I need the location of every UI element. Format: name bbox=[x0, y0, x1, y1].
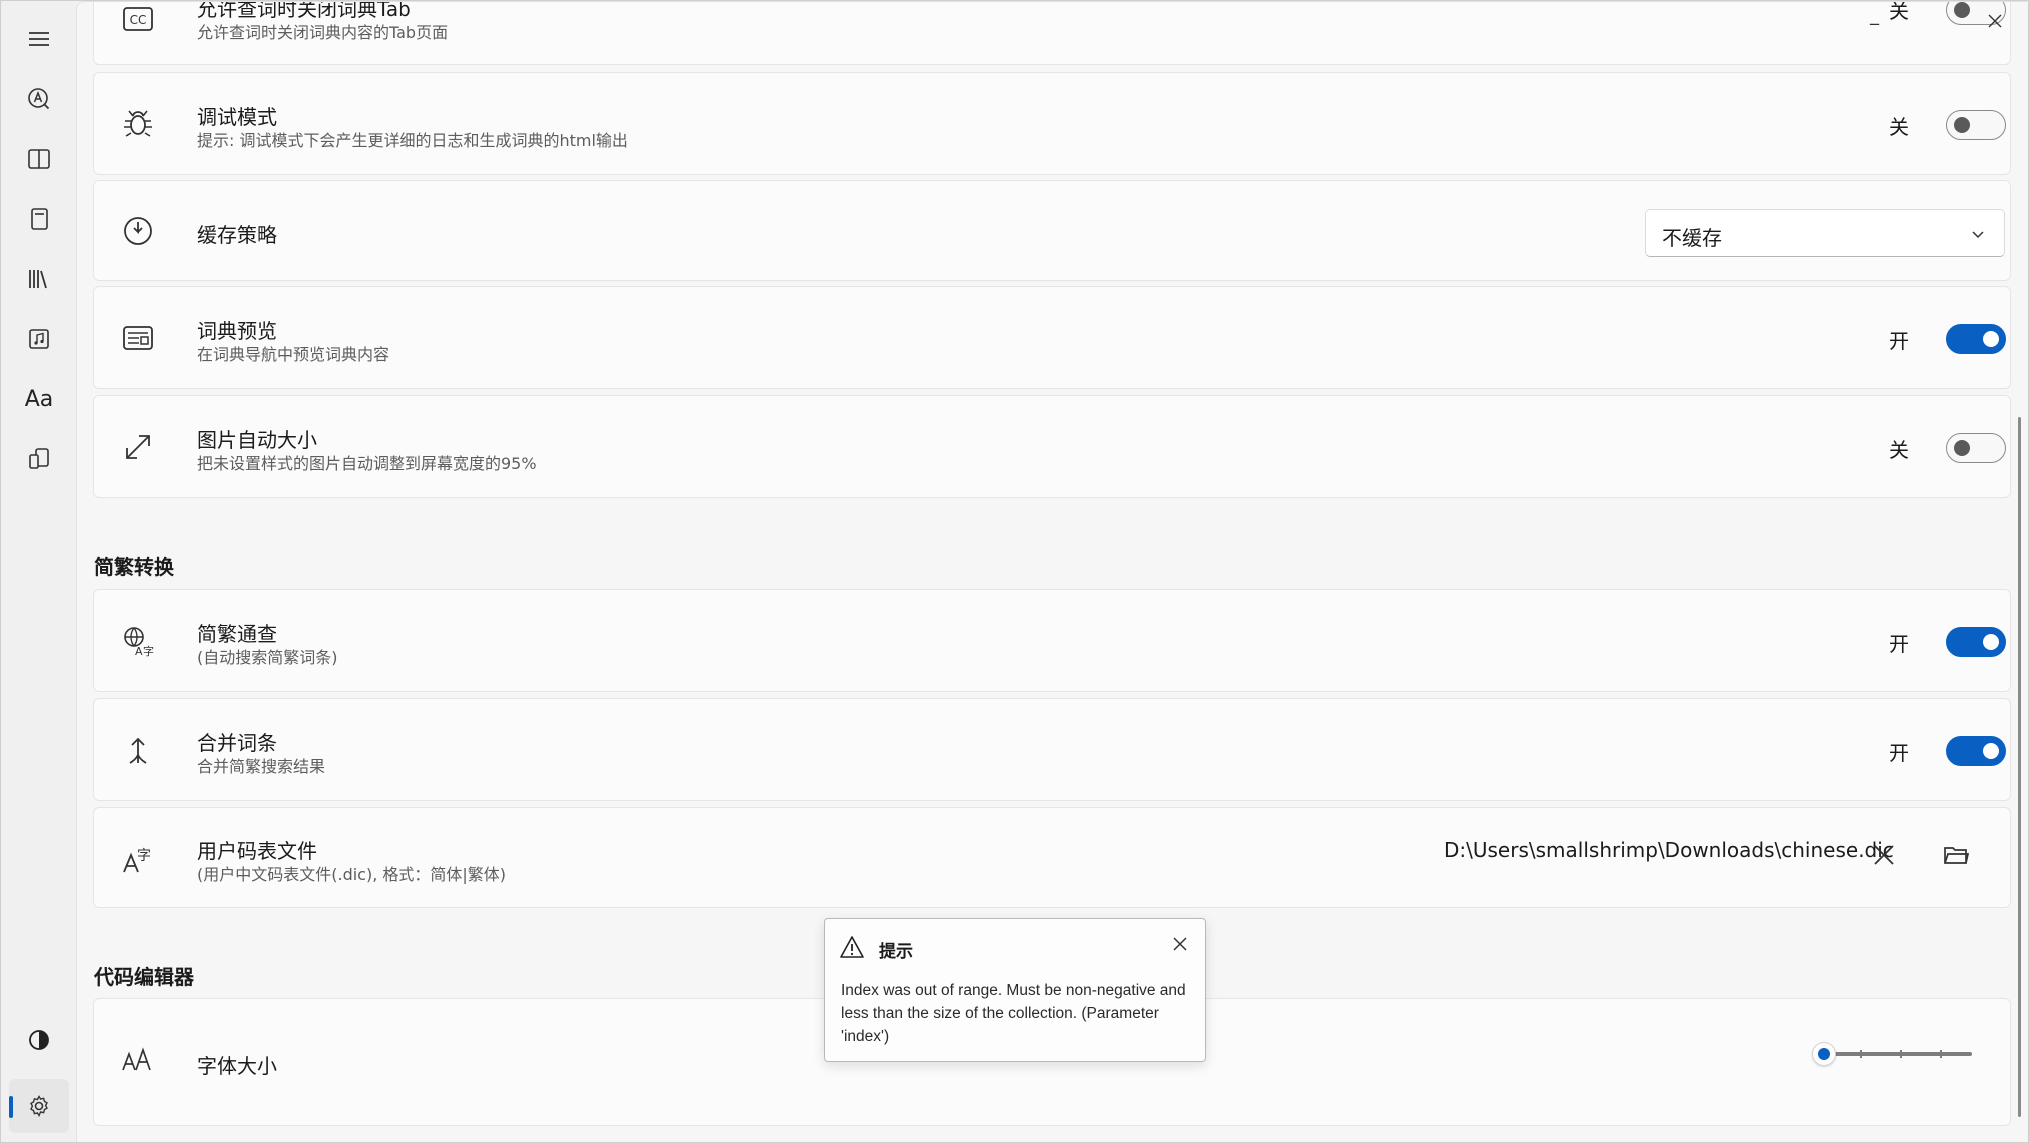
nav-fonts-button[interactable]: Aa bbox=[9, 372, 69, 426]
setting-description: 合并简繁搜索结果 bbox=[197, 757, 326, 776]
toggle-state-label: 关 bbox=[1889, 438, 1909, 462]
simplified-lookup-toggle[interactable] bbox=[1946, 627, 2006, 657]
cache-strategy-dropdown[interactable]: 不缓存 bbox=[1645, 209, 2005, 257]
setting-title: 字体大小 bbox=[197, 1054, 277, 1078]
merge-arrow-icon bbox=[120, 732, 156, 768]
folder-open-icon bbox=[1944, 847, 1970, 864]
file-path-value: D:\Users\smallshrimp\Downloads\chinese.d… bbox=[1444, 838, 1894, 862]
window-close-icon[interactable] bbox=[1986, 12, 2004, 30]
setting-description: (自动搜索简繁词条) bbox=[197, 648, 338, 667]
chevron-down-icon bbox=[1972, 231, 1984, 239]
setting-title: 简繁通查 bbox=[197, 622, 277, 646]
character-font-icon: 字 bbox=[120, 841, 156, 877]
bug-icon bbox=[120, 105, 156, 141]
setting-title: 词典预览 bbox=[197, 319, 277, 343]
merge-entries-toggle[interactable] bbox=[1946, 736, 2006, 766]
toggle-state-label: 开 bbox=[1889, 741, 1909, 765]
setting-card-simplified-lookup: A字 简繁通查 (自动搜索简繁词条) 开 bbox=[93, 589, 2011, 692]
clear-file-button[interactable] bbox=[1864, 835, 1904, 875]
tooltip-message: Index was out of range. Must be non-nega… bbox=[841, 982, 1186, 1045]
notebook-icon bbox=[31, 208, 48, 230]
preview-toggle[interactable] bbox=[1946, 324, 2006, 354]
font-size-slider[interactable] bbox=[1812, 1039, 1982, 1069]
setting-description: (用户中文码表文件(.dic), 格式：简体|繁体) bbox=[197, 865, 507, 884]
setting-title: 图片自动大小 bbox=[197, 428, 317, 452]
setting-card-merge-entries: 合并词条 合并简繁搜索结果 开 bbox=[93, 698, 2011, 801]
sidebar: Aa bbox=[1, 1, 76, 1142]
cc-icon: CC bbox=[120, 2, 156, 37]
slider-track bbox=[1822, 1050, 1972, 1058]
svg-text:CC: CC bbox=[130, 13, 147, 27]
setting-description: 允许查词时关闭词典内容的Tab页面 bbox=[197, 23, 449, 42]
setting-card-cache: 缓存策略 不缓存 bbox=[93, 180, 2011, 281]
active-indicator bbox=[9, 1096, 13, 1118]
close-icon[interactable] bbox=[1169, 933, 1191, 955]
setting-card-close-tab: CC 允许查词时关闭词典Tab 允许查词时关闭词典内容的Tab页面 关 bbox=[93, 1, 2011, 65]
setting-description: 在词典导航中预览词典内容 bbox=[197, 345, 390, 364]
setting-title: 用户码表文件 bbox=[197, 839, 317, 863]
devices-icon bbox=[29, 448, 49, 469]
setting-title: 缓存策略 bbox=[197, 223, 277, 247]
toggle-state-label: 关 bbox=[1889, 115, 1909, 139]
setting-title: 调试模式 bbox=[197, 105, 277, 129]
dropdown-selected-value: 不缓存 bbox=[1662, 226, 1722, 250]
setting-card-debug: 调试模式 提示: 调试模式下会产生更详细的日志和生成词典的html输出 关 bbox=[93, 72, 2011, 175]
toggle-state-label: 关 bbox=[1889, 1, 1909, 23]
font-size-icon bbox=[120, 1041, 156, 1077]
clock-download-icon bbox=[120, 213, 156, 249]
vertical-scrollbar[interactable] bbox=[2018, 417, 2021, 1117]
nav-audio-button[interactable] bbox=[9, 312, 69, 366]
slider-thumb[interactable] bbox=[1812, 1042, 1836, 1066]
browse-file-button[interactable] bbox=[1936, 835, 1976, 875]
book-open-icon bbox=[28, 149, 50, 169]
nav-library-button[interactable] bbox=[9, 252, 69, 306]
setting-card-image-resize: 图片自动大小 把未设置样式的图片自动调整到屏幕宽度的95% 关 bbox=[93, 395, 2011, 498]
section-header-code-editor: 代码编辑器 bbox=[94, 965, 194, 989]
svg-text:字: 字 bbox=[143, 644, 154, 658]
setting-card-preview: 词典预览 在词典导航中预览词典内容 开 bbox=[93, 286, 2011, 389]
search-letter-icon bbox=[28, 88, 50, 110]
setting-title: 合并词条 bbox=[197, 731, 277, 755]
nav-notebook-button[interactable] bbox=[9, 192, 69, 246]
hamburger-menu-button[interactable] bbox=[9, 12, 69, 66]
tooltip-title: 提示 bbox=[879, 942, 913, 962]
minimize-button[interactable]: _ bbox=[1870, 5, 1879, 26]
setting-description: 把未设置样式的图片自动调整到屏幕宽度的95% bbox=[197, 454, 537, 473]
library-icon bbox=[29, 270, 47, 289]
globe-translate-icon: A字 bbox=[120, 623, 156, 659]
music-note-icon bbox=[29, 329, 49, 349]
svg-text:字: 字 bbox=[137, 848, 151, 864]
gear-icon bbox=[30, 1095, 48, 1117]
theme-toggle-button[interactable] bbox=[9, 1013, 69, 1067]
section-header-conversion: 简繁转换 bbox=[94, 555, 174, 579]
preview-panel-icon bbox=[120, 320, 156, 356]
image-resize-toggle[interactable] bbox=[1946, 433, 2006, 463]
nav-devices-button[interactable] bbox=[9, 432, 69, 486]
debug-mode-toggle[interactable] bbox=[1946, 110, 2006, 140]
nav-dictionary-button[interactable] bbox=[9, 132, 69, 186]
hamburger-icon bbox=[29, 32, 49, 46]
toggle-state-label: 开 bbox=[1889, 329, 1909, 353]
close-icon bbox=[1874, 845, 1894, 865]
font-aa-icon: Aa bbox=[24, 386, 54, 412]
warning-icon bbox=[840, 936, 864, 958]
contrast-icon bbox=[29, 1030, 49, 1050]
setting-description: 提示: 调试模式下会产生更详细的日志和生成词典的html输出 bbox=[197, 131, 628, 150]
nav-search-button[interactable] bbox=[9, 72, 69, 126]
svg-text:A: A bbox=[135, 645, 143, 658]
setting-card-user-table-file: 字 用户码表文件 (用户中文码表文件(.dic), 格式：简体|繁体) D:\U… bbox=[93, 807, 2011, 908]
error-tooltip: 提示 Index was out of range. Must be non-n… bbox=[824, 918, 1206, 1062]
toggle-state-label: 开 bbox=[1889, 632, 1909, 656]
nav-settings-button[interactable] bbox=[9, 1079, 69, 1133]
expand-arrows-icon bbox=[120, 429, 156, 465]
